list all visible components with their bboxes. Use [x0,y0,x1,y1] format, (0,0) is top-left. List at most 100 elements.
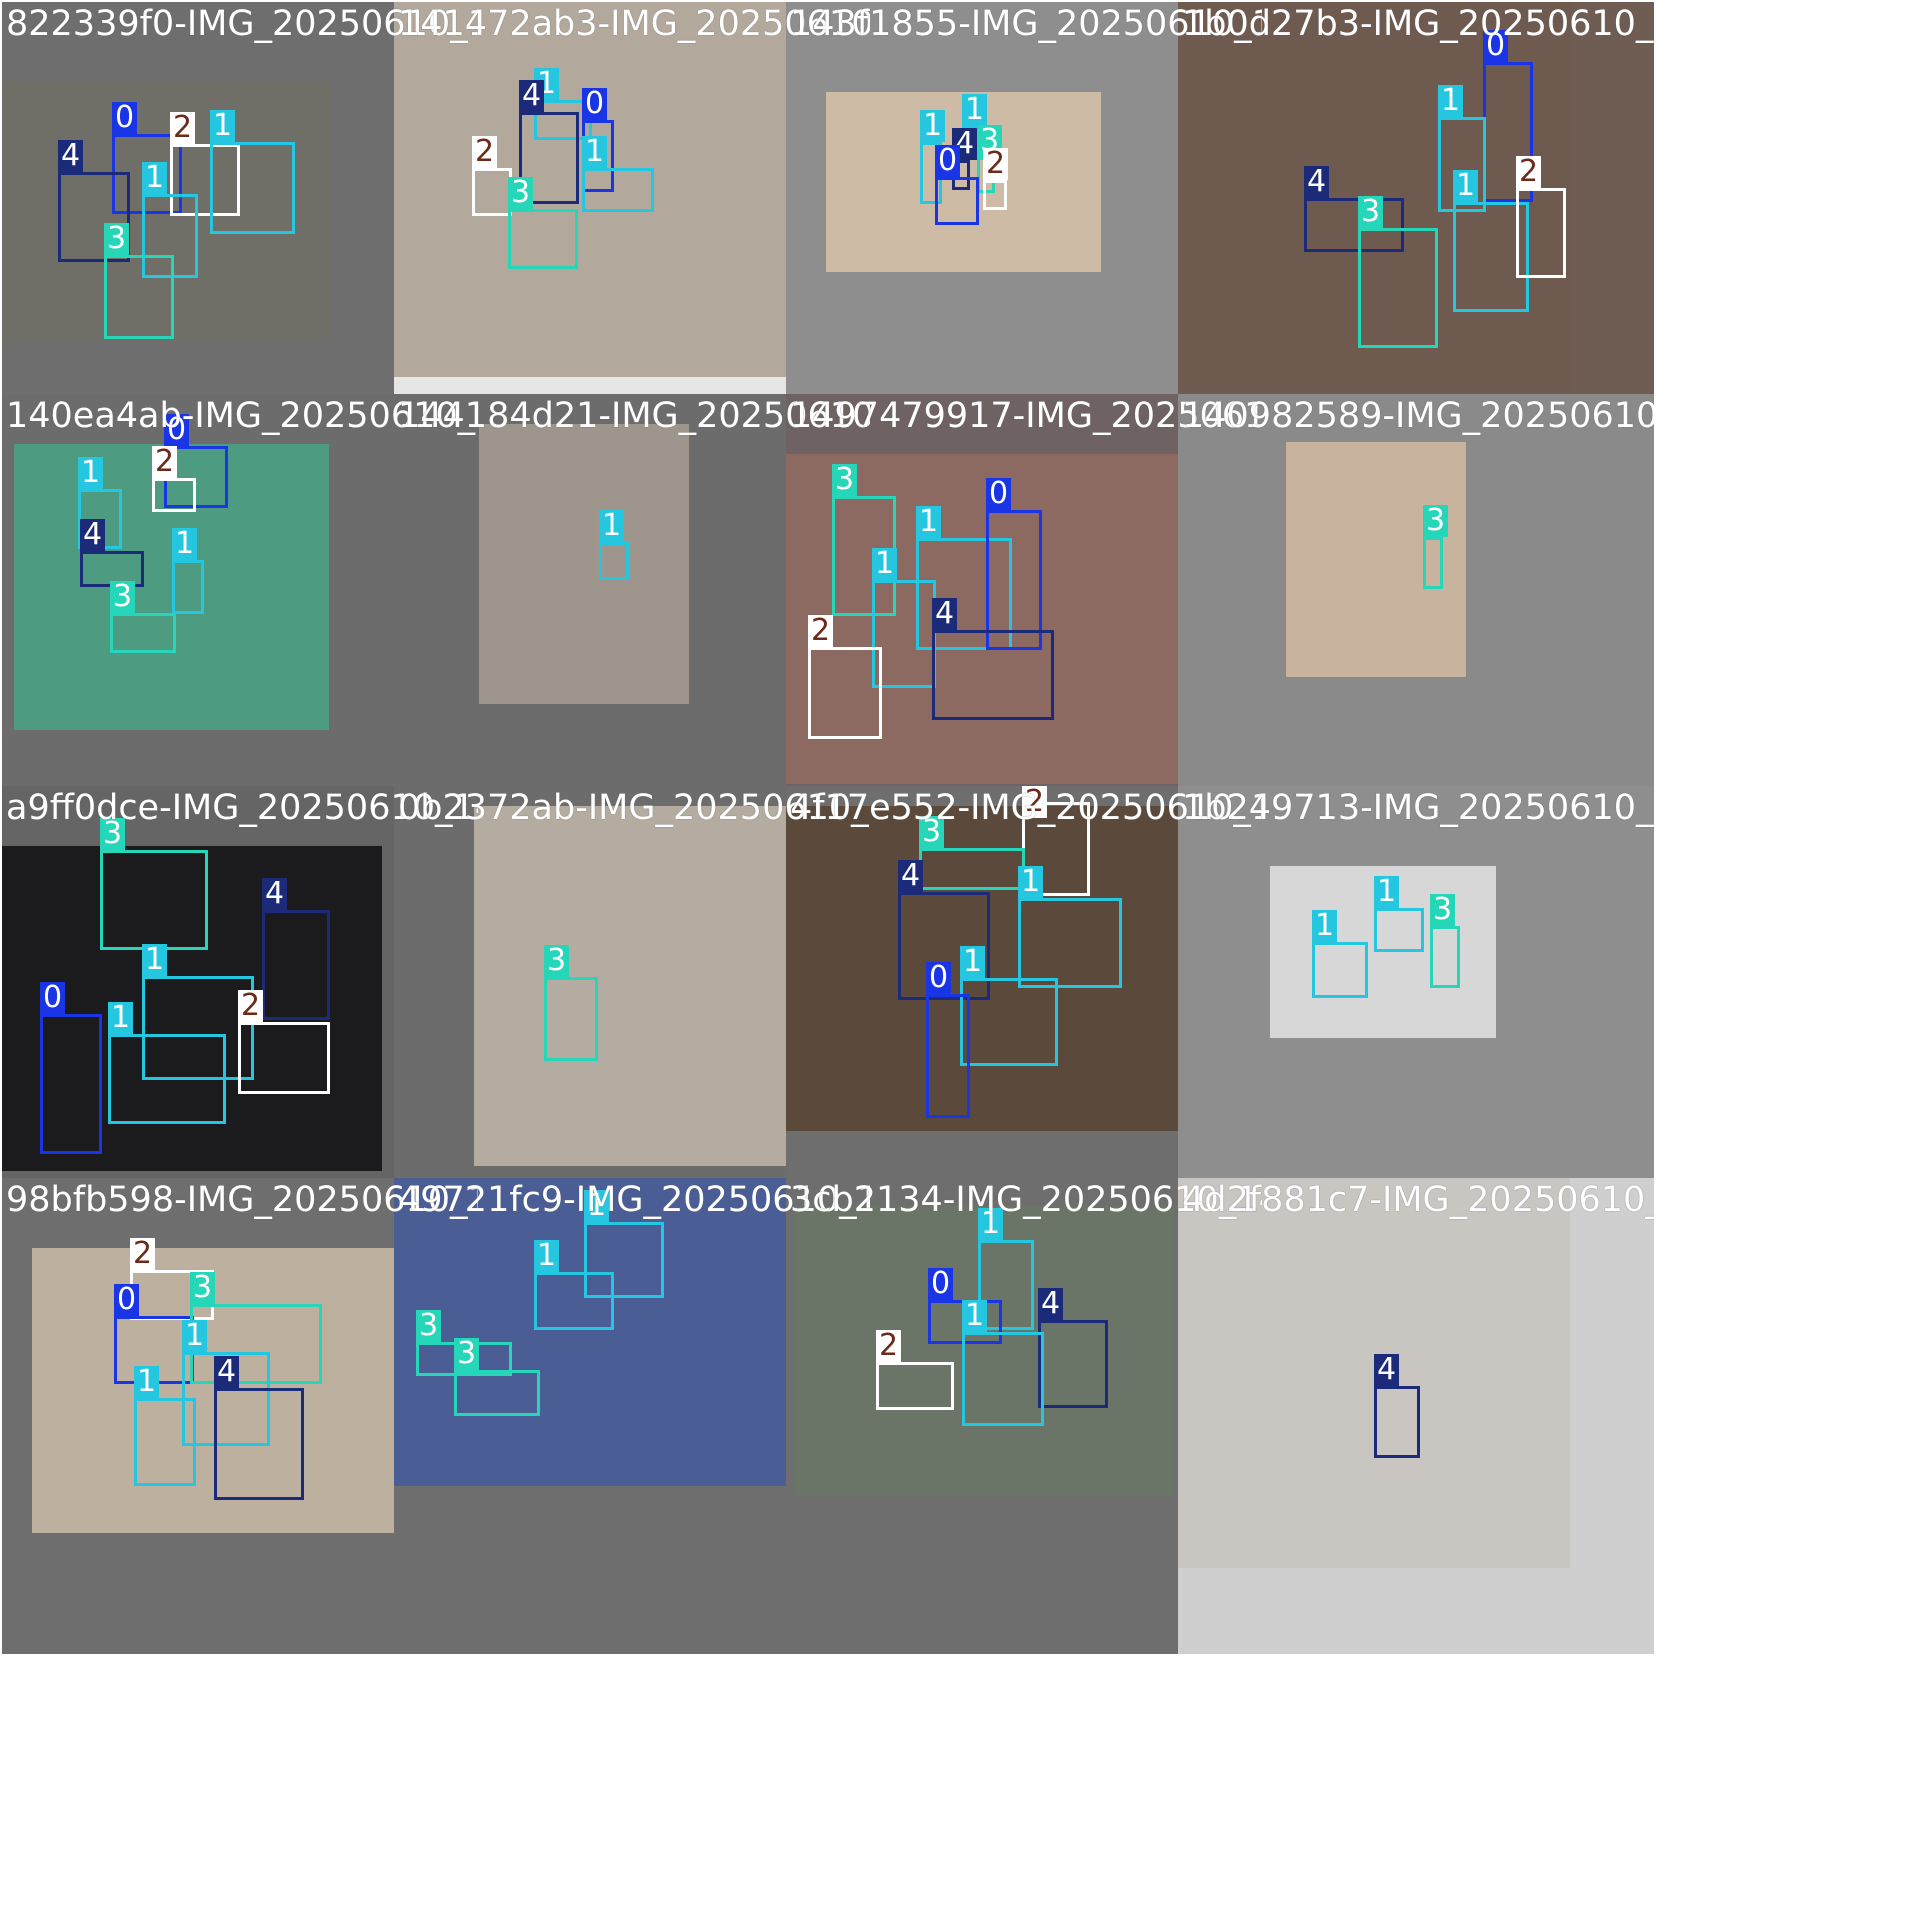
mosaic-grid: 822339f0-IMG_20250610_141472ab3-IMG_2025… [0,0,1920,1920]
bounding-box [214,1388,304,1500]
class-label: 4 [262,878,288,910]
class-label: 3 [104,223,130,255]
bounding-box [454,1370,540,1416]
bounding-box [1423,537,1443,589]
class-label: 3 [110,581,136,613]
class-label: 2 [130,1238,156,1270]
class-label: 4 [519,80,545,112]
bounding-box [986,510,1042,650]
filename-label: 1b0d27b3-IMG_20250610_ [1182,4,1654,44]
class-label: 3 [544,945,570,977]
bounding-box [172,560,204,614]
class-label: 1 [872,548,898,580]
bounding-box [1374,908,1424,952]
photo [474,806,786,1166]
class-label: 1 [962,94,988,126]
bounding-box [1430,926,1460,988]
bounding-box [472,168,512,216]
class-label: 0 [40,982,66,1014]
mosaic-cell: 4d2f881c7-IMG_20250610_ 4 [1178,1178,1654,1654]
class-label: 4 [1374,1354,1400,1386]
bounding-box [1018,898,1122,988]
bounding-box [108,1034,226,1124]
filename-label: 4d2f881c7-IMG_20250610_ [1182,1180,1654,1220]
class-label: 4 [898,860,924,892]
class-label: 3 [190,1272,216,1304]
class-label: 1 [960,946,986,978]
class-label: 3 [508,177,534,209]
class-label: 3 [1430,894,1456,926]
class-label: 1 [1018,866,1044,898]
class-label: 3 [454,1338,480,1370]
bounding-box [983,180,1007,210]
bounding-box [544,977,598,1061]
bounding-box [876,1362,954,1410]
bounding-box [1312,942,1368,998]
class-label: 2 [238,990,264,1022]
class-label: 1 [210,110,236,142]
class-label: 1 [534,1240,560,1272]
class-label: 0 [582,88,608,120]
class-label: 2 [472,136,498,168]
bounding-box [932,630,1054,720]
class-label: 2 [152,446,178,478]
class-label: 1 [142,944,168,976]
bounding-box [110,613,176,653]
bounding-box [1516,188,1566,278]
bounding-box [1038,1320,1108,1408]
class-label: 2 [876,1330,902,1362]
class-label: 1 [108,1002,134,1034]
class-label: 4 [58,140,84,172]
class-label: 4 [80,519,106,551]
bounding-box [1374,1386,1420,1458]
class-label: 1 [1312,910,1338,942]
class-label: 1 [920,110,946,142]
bounding-box [599,542,629,580]
class-label: 1 [134,1366,160,1398]
bounding-box [808,647,882,739]
bounding-box [262,910,330,1020]
class-label: 4 [1038,1288,1064,1320]
class-label: 2 [170,112,196,144]
class-label: 3 [832,464,858,496]
bounding-box [926,994,970,1118]
filename-label: 140982589-IMG_20250610_1 [1182,396,1654,436]
photo [479,424,689,704]
class-label: 1 [78,457,104,489]
bounding-box [534,1272,614,1330]
class-label: 0 [926,962,952,994]
class-label: 4 [214,1356,240,1388]
bounding-box [134,1398,196,1486]
bounding-box [238,1022,330,1094]
class-label: 4 [1304,166,1330,198]
bounding-box [960,978,1058,1066]
class-label: 1 [1438,85,1464,117]
class-label: 0 [935,145,961,177]
class-label: 1 [916,506,942,538]
bounding-box [919,848,1025,890]
class-label: 2 [808,615,834,647]
class-label: 2 [1516,156,1542,188]
bounding-box [508,209,578,269]
class-label: 2 [983,148,1009,180]
class-label: 1 [172,528,198,560]
class-label: 3 [1423,505,1449,537]
filename-label: 1b249713-IMG_20250610_1 [1182,788,1654,828]
bounding-box [1358,228,1438,348]
class-label: 1 [1453,170,1479,202]
bounding-box [210,142,295,234]
class-label: 0 [114,1284,140,1316]
class-label: 4 [932,598,958,630]
class-label: 0 [928,1268,954,1300]
class-label: 1 [962,1300,988,1332]
bounding-box [935,177,979,225]
class-label: 0 [112,102,138,134]
bounding-box [582,168,654,212]
class-label: 3 [1358,196,1384,228]
class-label: 1 [582,136,608,168]
bounding-box [152,478,196,512]
class-label: 0 [986,478,1012,510]
class-label: 1 [142,162,168,194]
class-label: 1 [182,1320,208,1352]
class-label: 3 [416,1310,442,1342]
